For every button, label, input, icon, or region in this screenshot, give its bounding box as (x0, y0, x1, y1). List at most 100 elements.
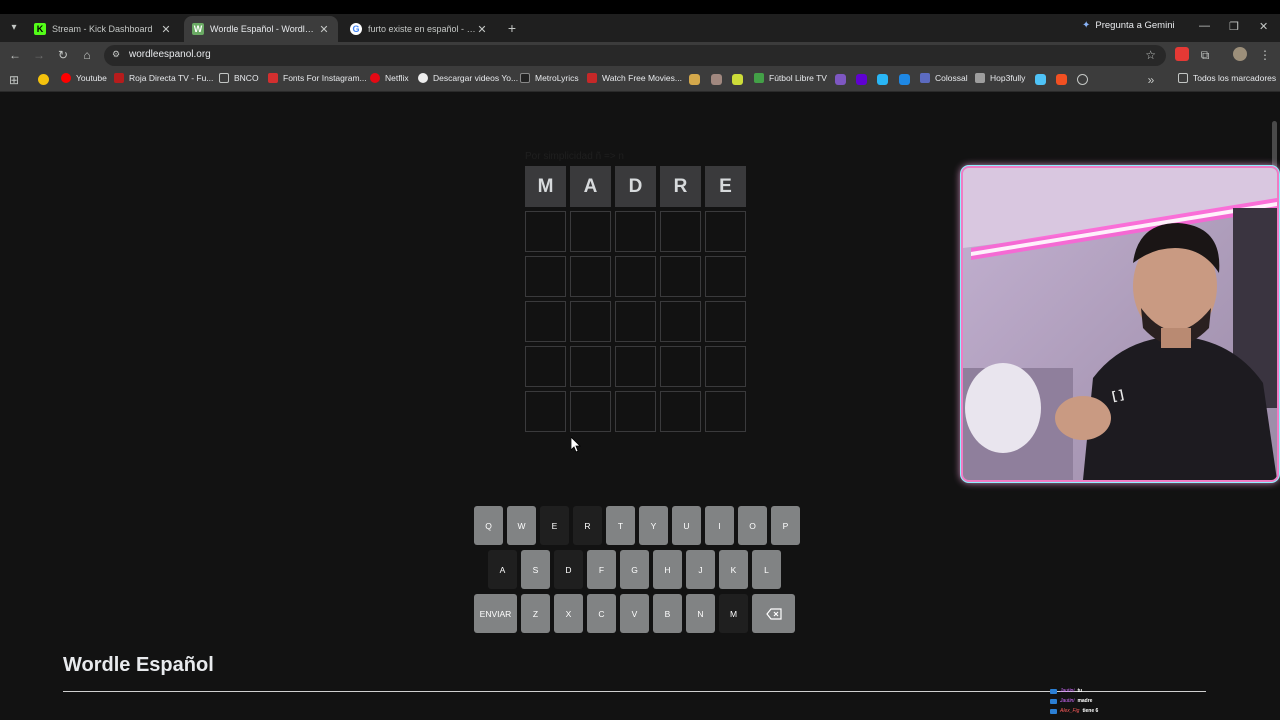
key-l[interactable]: L (752, 550, 781, 589)
tile (660, 256, 701, 297)
restore-icon[interactable]: ❐ (1229, 20, 1239, 33)
key-w[interactable]: W (507, 506, 536, 545)
tile (705, 256, 746, 297)
bookmark-metrolyrics[interactable]: MetroLyrics (520, 73, 579, 83)
key-c[interactable]: C (587, 594, 616, 633)
chat-username: Alex_Fig (1060, 708, 1080, 714)
key-v[interactable]: V (620, 594, 649, 633)
url-text: wordleespanol.org (129, 49, 211, 60)
tab-google-search[interactable]: G furto existe en español - Busca ✕ (342, 16, 496, 42)
bookmark-icon-5[interactable] (877, 74, 888, 85)
mouse-cursor-icon (571, 437, 581, 453)
bookmark-star-icon[interactable]: ☆ (1145, 48, 1156, 62)
key-o[interactable]: O (738, 506, 767, 545)
keyboard-row-3: ENVIAR Z X C V B N M (474, 594, 795, 633)
site-info-icon[interactable]: ⚙ (112, 49, 120, 60)
key-n[interactable]: N (686, 594, 715, 633)
bookmark-roja-directa[interactable]: Roja Directa TV - Fu... (114, 73, 213, 83)
key-b[interactable]: B (653, 594, 682, 633)
key-g[interactable]: G (620, 550, 649, 589)
tab-search-chevron-icon[interactable]: ▾ (6, 20, 22, 36)
bookmark-hop3fully[interactable]: Hop3fully (975, 73, 1025, 83)
profile-avatar-icon[interactable] (1233, 47, 1247, 61)
close-tab-icon[interactable]: ✕ (476, 23, 488, 36)
bookmark-icon-3[interactable] (732, 74, 743, 85)
bookmark-netflix[interactable]: Netflix (370, 73, 409, 83)
key-e[interactable]: E (540, 506, 569, 545)
back-icon[interactable]: ← (7, 47, 23, 63)
key-k[interactable]: K (719, 550, 748, 589)
key-u[interactable]: U (672, 506, 701, 545)
youtube-icon (61, 73, 71, 83)
key-z[interactable]: Z (521, 594, 550, 633)
bookmark-descargar-videos[interactable]: Descargar videos Yo... (418, 73, 518, 83)
bookmark-futbol-libre[interactable]: Fútbol Libre TV (754, 73, 827, 83)
tile (570, 211, 611, 252)
key-s[interactable]: S (521, 550, 550, 589)
tile: M (525, 166, 566, 207)
tab-wordle[interactable]: W Wordle Español - Wordle ilimit ✕ (184, 16, 338, 42)
close-window-icon[interactable]: ✕ (1259, 20, 1268, 33)
home-icon[interactable]: ⌂ (79, 47, 95, 63)
chat-text: tiene 6 (1082, 708, 1099, 714)
tile (705, 346, 746, 387)
tile (570, 301, 611, 342)
forward-icon[interactable]: → (31, 47, 47, 63)
bookmark-icon-6[interactable] (899, 74, 910, 85)
menu-kebab-icon[interactable]: ⋮ (1257, 47, 1273, 63)
extensions-puzzle-icon[interactable]: ⧉ (1197, 47, 1213, 63)
globe-icon[interactable] (1077, 74, 1088, 85)
bookmark-bnco[interactable]: BNCO (219, 73, 259, 83)
google-icon: G (350, 23, 362, 35)
key-r[interactable]: R (573, 506, 602, 545)
bookmark-icon-1[interactable] (689, 74, 700, 85)
address-bar[interactable]: ⚙ wordleespanol.org ☆ (104, 45, 1166, 66)
bookmarks-bar: ⊞ Youtube Roja Directa TV - Fu... BNCO F… (0, 68, 1280, 92)
minimize-icon[interactable]: — (1199, 20, 1210, 32)
close-tab-icon[interactable]: ✕ (160, 23, 172, 36)
key-y[interactable]: Y (639, 506, 668, 545)
close-tab-icon[interactable]: ✕ (318, 23, 330, 36)
all-bookmarks-folder[interactable]: Todos los marcadores (1178, 73, 1276, 83)
chat-text: tu (1077, 688, 1083, 694)
key-a[interactable]: A (488, 550, 517, 589)
gemini-button[interactable]: ✦ Pregunta a Gemini (1082, 20, 1175, 31)
page-title: Wordle Español (63, 654, 214, 676)
tile (615, 391, 656, 432)
roja-directa-icon (114, 73, 124, 83)
key-x[interactable]: X (554, 594, 583, 633)
bookmark-icon-7[interactable] (1035, 74, 1046, 85)
bookmark-icon-2[interactable] (711, 74, 722, 85)
bookmark-watch-free-movies[interactable]: Watch Free Movies... (587, 73, 682, 83)
bookmark-icon-4[interactable] (835, 74, 846, 85)
microsoft-icon[interactable] (1056, 74, 1067, 85)
tab-kick-dashboard[interactable]: K Stream - Kick Dashboard ✕ (26, 16, 180, 42)
bookmark-colossal[interactable]: Colossal (920, 73, 968, 83)
more-bookmarks-icon[interactable]: » (1143, 72, 1159, 88)
backspace-key[interactable] (752, 594, 795, 633)
scrollbar-thumb[interactable] (1272, 121, 1277, 169)
key-j[interactable]: J (686, 550, 715, 589)
folder-icon (219, 73, 229, 83)
key-d[interactable]: D (554, 550, 583, 589)
chat-username: Jautini (1060, 698, 1075, 704)
enviar-key[interactable]: ENVIAR (474, 594, 517, 633)
yahoo-icon[interactable] (856, 74, 867, 85)
key-m[interactable]: M (719, 594, 748, 633)
extension-icon[interactable] (1175, 47, 1189, 61)
tile (660, 301, 701, 342)
key-t[interactable]: T (606, 506, 635, 545)
backspace-icon (765, 607, 782, 620)
key-p[interactable]: P (771, 506, 800, 545)
key-f[interactable]: F (587, 550, 616, 589)
bookmark-youtube[interactable]: Youtube (61, 73, 107, 83)
key-q[interactable]: Q (474, 506, 503, 545)
chat-username: Jautini (1060, 688, 1075, 694)
bookmark-fonts-instagram[interactable]: Fonts For Instagram... (268, 73, 367, 83)
emoji-bookmark-icon[interactable] (38, 74, 49, 85)
new-tab-button[interactable]: + (503, 19, 521, 37)
apps-grid-icon[interactable]: ⊞ (6, 72, 22, 88)
reload-icon[interactable]: ↻ (55, 47, 71, 63)
key-h[interactable]: H (653, 550, 682, 589)
key-i[interactable]: I (705, 506, 734, 545)
